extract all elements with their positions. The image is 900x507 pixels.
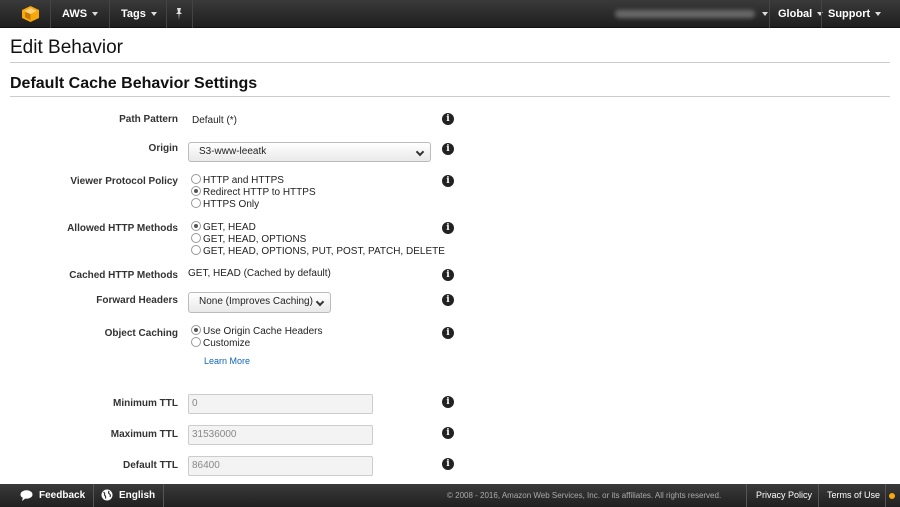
chevron-down-icon (762, 12, 768, 16)
footer-divider (746, 484, 747, 507)
forward-headers-label: Forward Headers (96, 295, 178, 306)
nav-divider (192, 0, 193, 28)
radio-label: HTTP and HTTPS (203, 175, 284, 186)
globe-icon (101, 489, 113, 501)
feedback-button[interactable]: Feedback (20, 484, 85, 507)
radio-http-and-https[interactable]: HTTP and HTTPS (191, 174, 284, 186)
radio-https-only[interactable]: HTTPS Only (191, 198, 259, 210)
radio-button[interactable] (191, 337, 201, 347)
object-caching-label: Object Caching (104, 328, 178, 339)
english-label: English (119, 490, 156, 501)
cached-http-methods-label: Cached HTTP Methods (69, 270, 178, 281)
cached-http-methods-value: GET, HEAD (Cached by default) (188, 268, 331, 279)
language-button[interactable]: English (101, 484, 155, 507)
divider (10, 96, 890, 97)
radio-redirect-http-to-https[interactable]: Redirect HTTP to HTTPS (191, 186, 316, 198)
chevron-down-icon (875, 12, 882, 17)
path-pattern-label: Path Pattern (119, 114, 178, 125)
status-indicator-icon (889, 493, 895, 499)
origin-selected-value: S3-www-leeatk (199, 146, 267, 157)
footer-divider (885, 484, 886, 507)
radio-label: GET, HEAD (203, 222, 256, 233)
info-icon[interactable]: i (442, 396, 454, 408)
minimum-ttl-label: Minimum TTL (113, 398, 178, 409)
default-ttl-input[interactable]: 86400 (188, 456, 373, 476)
nav-divider (769, 0, 770, 28)
viewer-protocol-policy-label: Viewer Protocol Policy (70, 176, 178, 187)
tags-menu[interactable]: Tags (121, 0, 157, 28)
info-icon[interactable]: i (442, 222, 454, 234)
radio-button[interactable] (191, 245, 201, 255)
nav-divider (50, 0, 51, 28)
radio-button-selected[interactable] (191, 325, 201, 335)
nav-divider (821, 0, 822, 28)
privacy-policy-link[interactable]: Privacy Policy (756, 484, 812, 507)
info-icon[interactable]: i (442, 269, 454, 281)
radio-label: Use Origin Cache Headers (203, 326, 323, 337)
radio-get-head-options[interactable]: GET, HEAD, OPTIONS (191, 233, 306, 245)
forward-headers-selected-value: None (Improves Caching) (199, 296, 313, 307)
top-nav-bar: AWS Tags Global Support (0, 0, 900, 28)
info-icon[interactable]: i (442, 294, 454, 306)
support-label: Support (828, 8, 871, 20)
radio-label: GET, HEAD, OPTIONS (203, 234, 307, 245)
origin-label: Origin (148, 143, 178, 154)
aws-menu[interactable]: AWS (62, 0, 99, 28)
info-icon[interactable]: i (442, 427, 454, 439)
region-menu[interactable]: Global (778, 0, 824, 28)
maximum-ttl-label: Maximum TTL (110, 429, 178, 440)
footer-divider (93, 484, 94, 507)
radio-button[interactable] (191, 198, 201, 208)
footer-divider (818, 484, 819, 507)
info-icon[interactable]: i (442, 327, 454, 339)
section-title: Default Cache Behavior Settings (10, 75, 258, 92)
chevron-down-icon (92, 12, 99, 17)
default-ttl-label: Default TTL (123, 460, 178, 471)
radio-label: HTTPS Only (203, 199, 260, 210)
radio-button-selected[interactable] (191, 186, 201, 196)
tags-menu-label: Tags (121, 8, 146, 20)
minimum-ttl-input[interactable]: 0 (188, 394, 373, 414)
footer-divider (163, 484, 164, 507)
radio-use-origin-cache-headers[interactable]: Use Origin Cache Headers (191, 325, 323, 337)
account-menu-blurred[interactable] (615, 10, 755, 18)
radio-button[interactable] (191, 233, 201, 243)
radio-button[interactable] (191, 174, 201, 184)
radio-label: Redirect HTTP to HTTPS (203, 187, 316, 198)
footer-bar: Feedback English © 2008 - 2016, Amazon W… (0, 484, 900, 507)
feedback-label: Feedback (39, 490, 86, 501)
divider (10, 62, 890, 63)
speech-bubble-icon (20, 490, 33, 501)
aws-menu-label: AWS (62, 8, 88, 20)
radio-button-selected[interactable] (191, 221, 201, 231)
aws-cube-icon[interactable] (22, 6, 39, 22)
maximum-ttl-input[interactable]: 31536000 (188, 425, 373, 445)
path-pattern-value: Default (*) (192, 115, 238, 126)
nav-divider (109, 0, 110, 28)
nav-divider (166, 0, 167, 28)
radio-label: Customize (203, 338, 251, 349)
chevron-down-icon (150, 12, 157, 17)
page-title: Edit Behavior (10, 37, 124, 58)
chevron-down-icon (315, 297, 325, 307)
terms-of-use-link[interactable]: Terms of Use (827, 484, 880, 507)
origin-select[interactable]: S3-www-leeatk (188, 142, 431, 162)
info-icon[interactable]: i (442, 143, 454, 155)
info-icon[interactable]: i (442, 113, 454, 125)
pin-icon[interactable] (172, 7, 186, 21)
forward-headers-select[interactable]: None (Improves Caching) (188, 292, 331, 313)
region-label: Global (778, 8, 813, 20)
copyright-text: © 2008 - 2016, Amazon Web Services, Inc.… (447, 491, 722, 500)
info-icon[interactable]: i (442, 458, 454, 470)
radio-get-head[interactable]: GET, HEAD (191, 221, 256, 233)
learn-more-link[interactable]: Learn More (204, 356, 250, 366)
radio-all-methods[interactable]: GET, HEAD, OPTIONS, PUT, POST, PATCH, DE… (191, 245, 445, 257)
support-menu[interactable]: Support (828, 0, 882, 28)
allowed-http-methods-label: Allowed HTTP Methods (67, 223, 178, 234)
chevron-down-icon (415, 147, 425, 157)
radio-customize[interactable]: Customize (191, 337, 250, 349)
radio-label: GET, HEAD, OPTIONS, PUT, POST, PATCH, DE… (203, 246, 445, 257)
info-icon[interactable]: i (442, 175, 454, 187)
